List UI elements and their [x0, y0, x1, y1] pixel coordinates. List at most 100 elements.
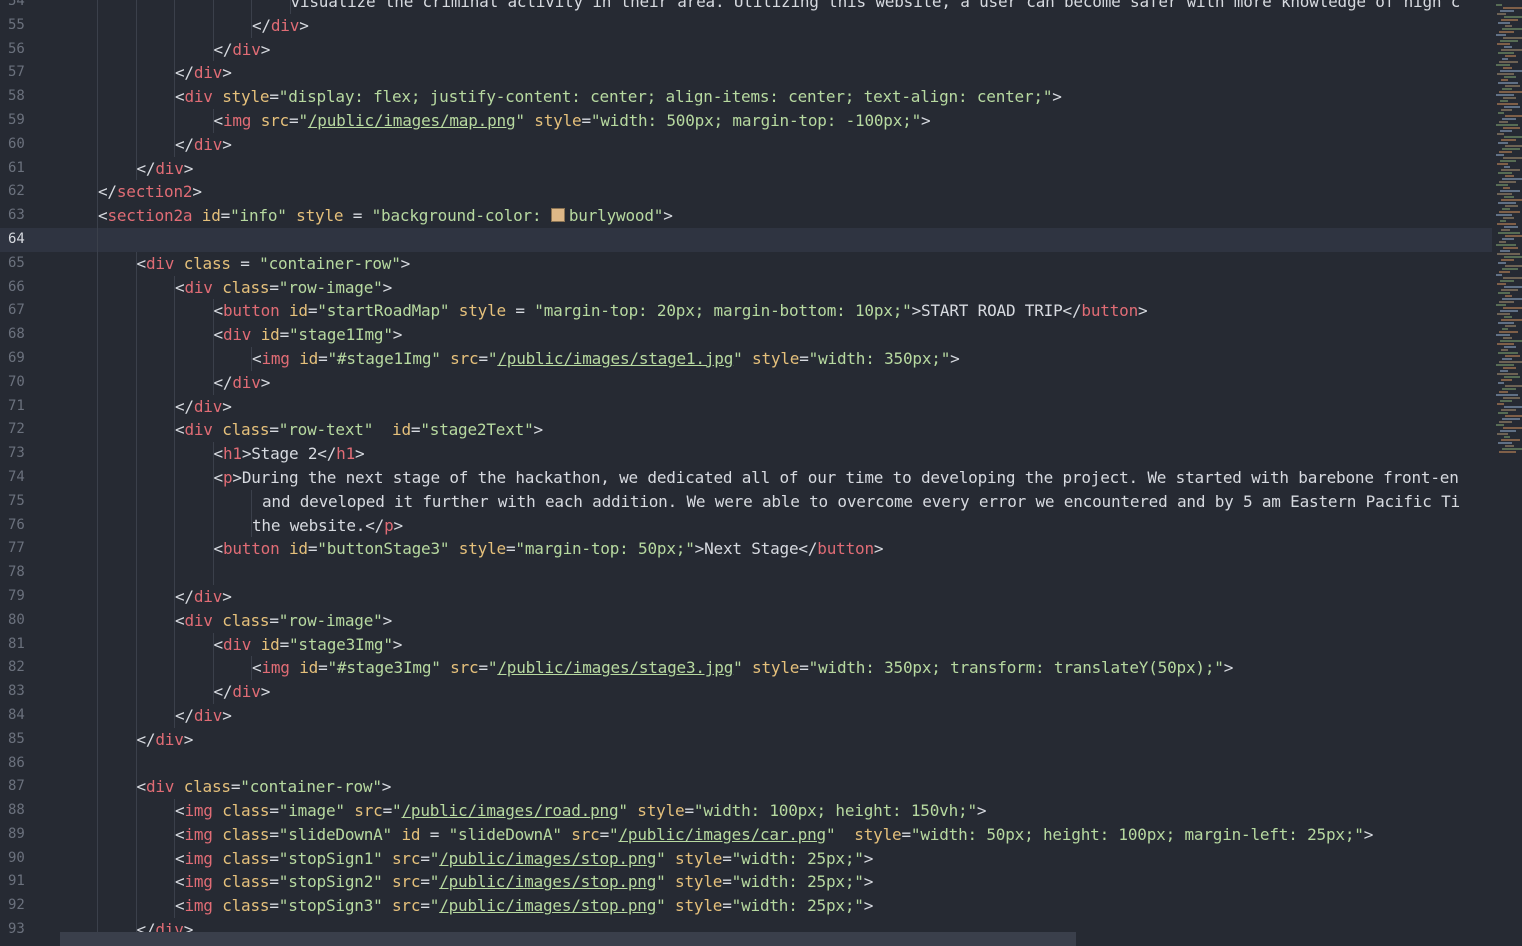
token-attr: style [458, 301, 506, 321]
code-line[interactable]: 77 <button id="buttonStage3" style="margi… [0, 537, 1522, 562]
code-line[interactable]: 76 the website.</p> [0, 513, 1522, 538]
code-line[interactable]: 57 </div> [0, 61, 1522, 86]
code-line[interactable]: 90 <img class="stopSign1" src="/public/im… [0, 846, 1522, 871]
code-line[interactable]: 66 <div class="row-image"> [0, 275, 1522, 300]
code-line[interactable]: 87 <div class="container-row"> [0, 775, 1522, 800]
minimap-line [1497, 253, 1520, 255]
code-line[interactable]: 58 <div style="display: flex; justify-con… [0, 85, 1522, 109]
minimap[interactable] [1492, 0, 1522, 470]
line-number: 85 [8, 730, 25, 747]
code-line[interactable]: 61 </div> [0, 156, 1522, 181]
code-text: <div id="stage1Img"> [214, 323, 403, 347]
minimap-line [1505, 415, 1522, 417]
token-attr: id [201, 206, 221, 226]
code-line[interactable]: 59 <img src = "/public/images/map.png" styl… [0, 108, 1522, 133]
code-line[interactable]: 80 <div class="row-image"> [0, 608, 1522, 633]
token-strv: " [825, 824, 836, 844]
token-punc: = [318, 658, 328, 678]
minimap-line [1499, 31, 1514, 33]
token-tag: h1 [222, 444, 242, 464]
minimap-line [1502, 238, 1514, 240]
line-number: 58 [8, 88, 25, 105]
code-line[interactable]: 63 <section2a id="info" style = "backgrou… [0, 204, 1522, 228]
token-punc: < [213, 467, 224, 487]
code-line[interactable]: 62 </section2> [0, 180, 1522, 205]
code-line[interactable]: 78 [0, 561, 1522, 585]
token-tag: div [232, 682, 261, 702]
token-strv: "margin-top: 20px; margin-bottom: 10px;" [534, 301, 912, 321]
code-line[interactable]: 72 <div class="row-text" id="stage2Text"> [0, 418, 1522, 443]
token-punc: = [420, 872, 430, 892]
indent-guide [97, 61, 98, 86]
minimap-line [1498, 292, 1510, 294]
minimap-line [1499, 91, 1522, 93]
token-tag: div [145, 253, 175, 273]
indent-guide [97, 85, 98, 109]
token-tag: h1 [336, 444, 356, 464]
code-line[interactable]: 56 </div> [0, 37, 1522, 62]
token-plain: Next Stage [704, 539, 799, 559]
indent-guide [97, 656, 98, 681]
token-strv: " [487, 658, 498, 678]
token-attr: src [260, 110, 290, 130]
minimap-line [1497, 223, 1516, 225]
code-line[interactable]: 54 visualize the criminal activity in the… [0, 0, 1522, 14]
token-attr: id [299, 348, 319, 368]
code-line[interactable]: 74 <p>During the next stage of the hackat… [0, 465, 1522, 490]
code-line[interactable]: 88 <img class="image" src="/public/images… [0, 799, 1522, 823]
token-strv: "buttonStage3" [317, 539, 450, 559]
code-line[interactable]: 92 <img class="stopSign3" src="/public/im… [0, 894, 1522, 919]
token-tag: div [270, 15, 300, 35]
token-punc: = [722, 872, 732, 892]
indent-guide [135, 37, 137, 62]
token-punc: </ [98, 182, 117, 202]
minimap-line [1505, 55, 1516, 57]
code-lines[interactable]: 54 visualize the criminal activity in the… [0, 0, 1522, 942]
token-punc: </ [136, 729, 156, 749]
token-punc: = [307, 539, 318, 559]
code-editor[interactable]: 54 visualize the criminal activity in the… [0, 0, 1522, 946]
code-line[interactable]: 75 and developed it further with each add… [0, 489, 1522, 514]
line-number: 72 [8, 421, 25, 438]
minimap-line [1503, 37, 1522, 39]
minimap-line [1496, 214, 1512, 216]
indent-guide [135, 346, 137, 371]
token-punc: </ [1062, 301, 1082, 321]
minimap-line [1500, 340, 1522, 342]
code-line[interactable]: 60 </div> [0, 132, 1522, 157]
line-number: 83 [8, 683, 25, 700]
horizontal-scrollbar[interactable] [60, 932, 1076, 946]
code-line[interactable]: 70 </div> [0, 370, 1522, 395]
code-line[interactable]: 86 [0, 751, 1522, 776]
indent-guide [212, 656, 214, 681]
token-punc: > [232, 467, 242, 487]
code-line[interactable]: 55 </div> [0, 13, 1522, 38]
code-line[interactable]: 91 <img class="stopSign2" src="/public/im… [0, 870, 1522, 895]
minimap-line [1498, 382, 1504, 384]
token-url: /public/images/stop.png [439, 848, 657, 868]
token-tag: section2a [107, 206, 193, 226]
code-line[interactable]: 64 [0, 227, 1522, 252]
code-line[interactable]: 79 </div> [0, 584, 1522, 609]
code-line[interactable]: 69 <img id="#stage1Img" src="/public/imag… [0, 346, 1522, 371]
code-line[interactable]: 81 <div id="stage3Img"> [0, 632, 1522, 657]
code-line[interactable]: 89 <img class="slideDownA" id = "slideDow… [0, 822, 1522, 847]
token-attr: class [222, 872, 270, 892]
code-line[interactable]: 82 <img id="#stage3Img" src="/public/imag… [0, 656, 1522, 681]
code-line[interactable]: 68 <div id="stage1Img"> [0, 323, 1522, 347]
code-line[interactable]: 65 <div class = "container-row"> [0, 251, 1522, 276]
code-line[interactable]: 84 </div> [0, 703, 1522, 728]
token-punc: = [478, 348, 488, 368]
code-line[interactable]: 67 <button id="startRoadMap" style = "mar… [0, 299, 1522, 324]
line-number: 62 [8, 183, 25, 200]
indent-guide [135, 442, 137, 466]
code-line[interactable]: 71 </div> [0, 394, 1522, 419]
code-line[interactable]: 73 <h1>Stage 2</h1> [0, 442, 1522, 466]
code-line[interactable]: 83 </div> [0, 680, 1522, 704]
token-strv: "#stage1Img" [327, 348, 441, 368]
code-line[interactable]: 85 </div> [0, 727, 1522, 752]
